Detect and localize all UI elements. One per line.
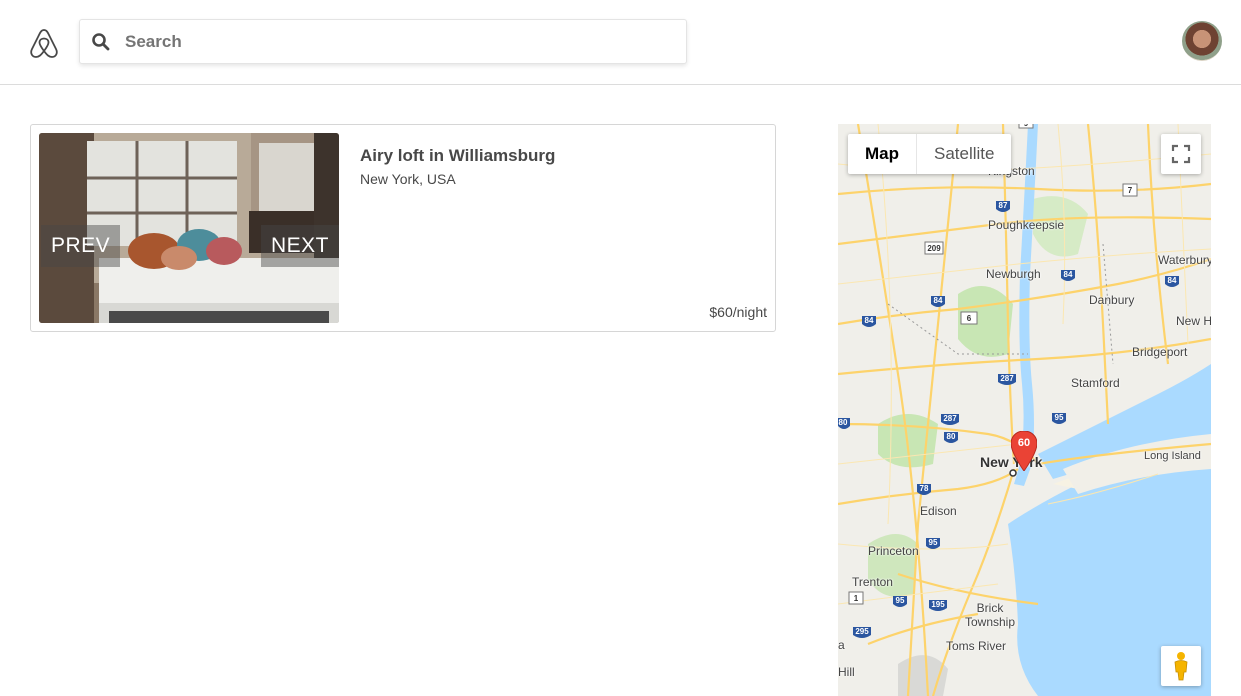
- listing-title[interactable]: Airy loft in Williamsburg: [360, 146, 555, 166]
- fullscreen-icon: [1171, 144, 1191, 164]
- svg-text:287: 287: [1000, 374, 1014, 383]
- map-label-trenton: Trenton: [852, 575, 893, 589]
- pegman-icon: [1174, 652, 1188, 681]
- svg-text:84: 84: [1168, 276, 1177, 285]
- listing-card[interactable]: PREV NEXT Airy loft in Williamsburg New …: [30, 124, 776, 332]
- map-label-newburgh: Newburgh: [986, 267, 1041, 281]
- airbnb-logo-icon[interactable]: [27, 26, 61, 60]
- map-label-toms-river: Toms River: [946, 639, 1007, 653]
- shield-209-icon: 209: [924, 241, 944, 255]
- map-label-brick-township: Brick Township: [964, 601, 1016, 629]
- map-canvas[interactable]: 87 9 209 84 84 84 6 84 7 287 287 95 80 8…: [838, 124, 1211, 696]
- map-label-stamford: Stamford: [1071, 376, 1120, 390]
- svg-text:78: 78: [920, 484, 929, 493]
- listing-price: $60/night: [709, 304, 767, 320]
- shield-7-icon: 7: [1122, 183, 1138, 197]
- map-label-new-haven: New H: [1176, 314, 1211, 328]
- street-view-pegman-button[interactable]: [1161, 646, 1201, 686]
- fullscreen-button[interactable]: [1161, 134, 1201, 174]
- svg-text:84: 84: [865, 316, 874, 325]
- price-marker-label: 60: [1017, 437, 1031, 449]
- shield-78-icon: 78: [917, 484, 931, 495]
- shield-195-icon: 195: [929, 600, 947, 611]
- svg-text:9: 9: [1024, 124, 1029, 128]
- prev-photo-button[interactable]: PREV: [41, 225, 121, 267]
- listing-location: New York, USA: [360, 171, 456, 187]
- shield-95-icon: 95: [1052, 413, 1066, 424]
- shield-9-icon: 9: [1018, 124, 1034, 129]
- search-icon: [92, 33, 110, 51]
- svg-text:84: 84: [1064, 270, 1073, 279]
- shield-95-icon: 95: [926, 538, 940, 549]
- shield-80-icon: 80: [838, 418, 850, 429]
- svg-text:84: 84: [934, 296, 943, 305]
- shield-6-icon: 6: [960, 311, 978, 325]
- shield-287-icon: 287: [998, 374, 1016, 385]
- map-label-bridgeport: Bridgeport: [1132, 345, 1188, 359]
- svg-text:95: 95: [1055, 413, 1064, 422]
- map-type-map-button[interactable]: Map: [848, 134, 916, 174]
- listing-photo: PREV NEXT: [39, 133, 339, 323]
- user-avatar[interactable]: [1182, 21, 1222, 61]
- search-bar[interactable]: [79, 19, 687, 64]
- map-label-edison: Edison: [920, 504, 957, 518]
- shield-95-icon: 95: [893, 596, 907, 607]
- map-label-partial-a: a: [838, 638, 845, 652]
- svg-text:7: 7: [1128, 186, 1133, 195]
- shield-287-icon: 287: [941, 414, 959, 425]
- svg-text:195: 195: [931, 600, 945, 609]
- svg-text:95: 95: [929, 538, 938, 547]
- svg-text:87: 87: [999, 201, 1008, 210]
- map-label-partial-hill: Hill: [838, 665, 855, 679]
- svg-text:6: 6: [967, 314, 972, 323]
- svg-text:209: 209: [927, 244, 941, 253]
- map-view[interactable]: 87 9 209 84 84 84 6 84 7 287 287 95 80 8…: [838, 124, 1211, 696]
- svg-text:80: 80: [839, 418, 848, 427]
- search-input[interactable]: [125, 20, 675, 63]
- shield-84-icon: 84: [1061, 270, 1075, 281]
- map-label-princeton: Princeton: [868, 544, 919, 558]
- map-label-long-island: Long Island: [1144, 450, 1201, 462]
- shield-295-icon: 295: [853, 627, 871, 638]
- shield-87-icon: 87: [996, 201, 1010, 212]
- shield-84-icon: 84: [862, 316, 876, 327]
- svg-text:1: 1: [854, 594, 859, 603]
- svg-text:287: 287: [943, 414, 957, 423]
- shield-1-icon: 1: [848, 591, 864, 605]
- map-label-poughkeepsie: Poughkeepsie: [988, 218, 1065, 232]
- price-marker[interactable]: 60: [1010, 430, 1038, 472]
- top-navbar: [0, 0, 1241, 85]
- map-label-danbury: Danbury: [1089, 293, 1135, 307]
- map-type-control: Map Satellite: [848, 134, 1012, 174]
- map-type-satellite-button[interactable]: Satellite: [916, 134, 1011, 174]
- shield-84-icon: 84: [931, 296, 945, 307]
- svg-text:295: 295: [855, 627, 869, 636]
- svg-text:95: 95: [896, 596, 905, 605]
- shield-84-icon: 84: [1165, 276, 1179, 287]
- shield-80-icon: 80: [944, 432, 958, 443]
- svg-text:80: 80: [947, 432, 956, 441]
- map-label-waterbury: Waterbury: [1158, 253, 1211, 267]
- next-photo-button[interactable]: NEXT: [260, 225, 339, 267]
